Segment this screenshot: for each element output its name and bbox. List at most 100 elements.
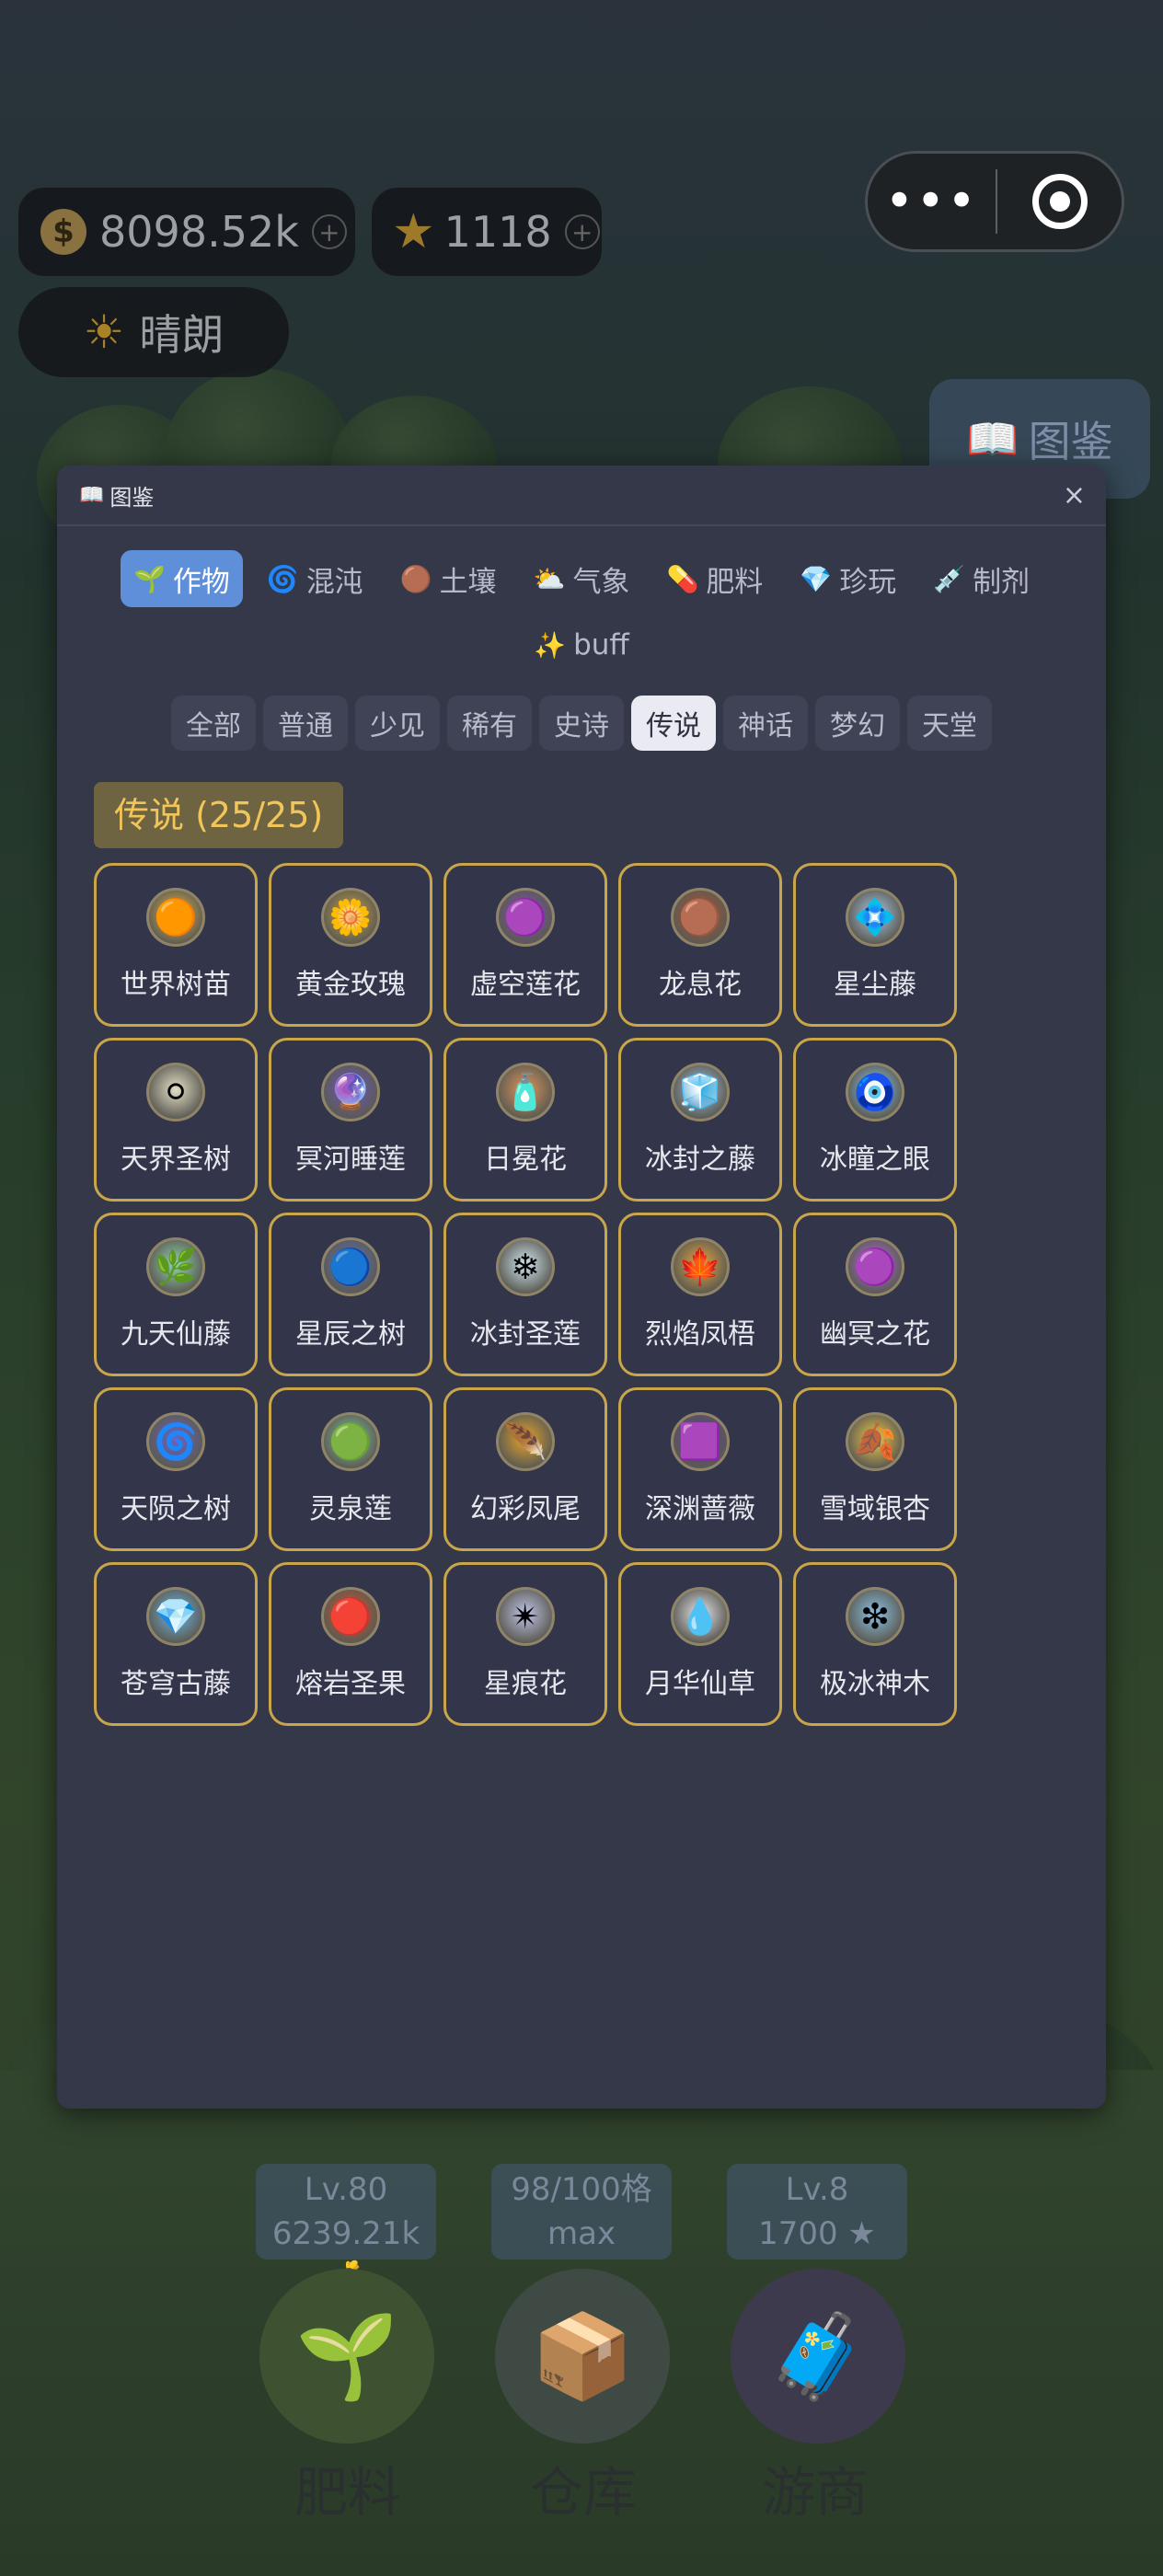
item-name: 冥河睡莲 bbox=[295, 1144, 406, 1176]
item-card[interactable]: 🌼 黄金玫瑰 bbox=[269, 863, 432, 1027]
weather-label: 晴朗 bbox=[139, 310, 225, 360]
tab-label: 肥料 bbox=[706, 565, 764, 599]
tab-rarity-2[interactable]: 少见 bbox=[355, 696, 440, 751]
level-stat[interactable]: Lv.80 6239.21k 💰 bbox=[256, 2164, 436, 2296]
item-card[interactable]: 🟪 深渊蔷薇 bbox=[618, 1387, 782, 1551]
item-card[interactable]: 🟢 灵泉莲 bbox=[269, 1387, 432, 1551]
rarity-tabs: 全部 普通 少见 稀有 史诗 传说 神话 梦幻 天堂 bbox=[57, 696, 1106, 751]
tab-rarity-5[interactable]: 传说 bbox=[631, 696, 716, 751]
item-card[interactable]: 🪶 幻彩凤尾 bbox=[443, 1387, 607, 1551]
warehouse-button[interactable]: 📦 bbox=[495, 2269, 670, 2444]
item-card[interactable]: ✴ 星痕花 bbox=[443, 1562, 607, 1726]
item-name: 苍穹古藤 bbox=[121, 1668, 231, 1700]
tab-rarity-4[interactable]: 史诗 bbox=[539, 696, 624, 751]
item-name: 冰封之藤 bbox=[645, 1144, 755, 1176]
mini-program-capsule: ••• bbox=[865, 151, 1124, 252]
item-card[interactable]: 🟤 龙息花 bbox=[618, 863, 782, 1027]
item-name: 天界圣树 bbox=[121, 1144, 231, 1176]
sparkles-icon: ✨ bbox=[534, 629, 567, 661]
tab-category-5[interactable]: 💎 珍玩 bbox=[787, 550, 909, 607]
category-tabs: 🌱 作物 🌀 混沌 🟤 土壤 ⛅ 气象 💊 肥料 💎 珍玩 💉 制剂 ✨ buff bbox=[57, 526, 1106, 673]
void-lotus-icon: 🟣 bbox=[496, 888, 555, 947]
tab-label: 土壤 bbox=[439, 565, 497, 599]
item-card[interactable]: 💧 月华仙草 bbox=[618, 1562, 782, 1726]
item-card[interactable]: ❄ 冰封圣莲 bbox=[443, 1213, 607, 1376]
tab-label: 作物 bbox=[172, 565, 230, 599]
stardust-vine-icon: 💠 bbox=[846, 888, 904, 947]
item-card[interactable]: 🧿 冰瞳之眼 bbox=[793, 1038, 957, 1202]
star-balance: ★ 1118 + bbox=[372, 188, 602, 276]
tab-category-7[interactable]: ✨ buff bbox=[521, 616, 642, 673]
syringe-icon: 💉 bbox=[933, 563, 966, 594]
gem-icon: 💎 bbox=[800, 563, 833, 594]
tab-rarity-0[interactable]: 全部 bbox=[171, 696, 256, 751]
corona-bottle-icon: 🧴 bbox=[496, 1063, 555, 1121]
tab-rarity-3[interactable]: 稀有 bbox=[447, 696, 532, 751]
target-icon bbox=[1031, 174, 1088, 229]
modal-title-text: 图鉴 bbox=[109, 484, 155, 511]
merchant-level-stat[interactable]: Lv.8 1700 ★ bbox=[727, 2164, 907, 2260]
tab-category-4[interactable]: 💊 肥料 bbox=[653, 550, 776, 607]
item-card[interactable]: 💠 星尘藤 bbox=[793, 863, 957, 1027]
merchant-button[interactable]: 🧳 bbox=[731, 2269, 905, 2444]
tab-rarity-6[interactable]: 神话 bbox=[723, 696, 808, 751]
swirl-icon: 🌀 bbox=[266, 563, 299, 594]
tab-rarity-7[interactable]: 梦幻 bbox=[815, 696, 900, 751]
close-button[interactable]: × bbox=[1063, 479, 1086, 512]
tab-category-3[interactable]: ⛅ 气象 bbox=[521, 550, 643, 607]
item-name: 灵泉莲 bbox=[309, 1493, 392, 1525]
item-card[interactable]: 🧴 日冕花 bbox=[443, 1038, 607, 1202]
tab-category-1[interactable]: 🌀 混沌 bbox=[254, 550, 376, 607]
add-coins-button[interactable]: + bbox=[311, 214, 347, 249]
item-card[interactable]: 🟣 幽冥之花 bbox=[793, 1213, 957, 1376]
item-card[interactable]: 🌀 天陨之树 bbox=[94, 1387, 258, 1551]
item-card[interactable]: 🔴 熔岩圣果 bbox=[269, 1562, 432, 1726]
slots-label: 98/100格 bbox=[511, 2171, 652, 2208]
level-label: Lv.80 bbox=[304, 2171, 388, 2208]
item-card[interactable]: 🔮 冥河睡莲 bbox=[269, 1038, 432, 1202]
item-name: 冰封圣莲 bbox=[470, 1318, 581, 1351]
sun-icon: ☀ bbox=[83, 305, 125, 359]
item-name: 龙息花 bbox=[659, 969, 742, 1001]
merchant-level-sub: 1700 ★ bbox=[758, 2215, 876, 2252]
item-card[interactable]: 🔵 星辰之树 bbox=[269, 1213, 432, 1376]
close-miniprogram-button[interactable] bbox=[997, 174, 1122, 229]
add-stars-button[interactable]: + bbox=[564, 214, 600, 249]
fertilizer-bag-icon: 🌱 bbox=[294, 2307, 399, 2405]
weather-indicator[interactable]: ☀ 晴朗 bbox=[18, 287, 289, 377]
item-card[interactable]: 🍂 雪域银杏 bbox=[793, 1387, 957, 1551]
golden-seed-icon: 🟠 bbox=[146, 888, 205, 947]
styx-lotus-icon: 🔮 bbox=[321, 1063, 380, 1121]
item-card[interactable]: ⚪ 天界圣树 bbox=[94, 1038, 258, 1202]
meteor-tree-icon: 🌀 bbox=[146, 1412, 205, 1471]
tab-category-0[interactable]: 🌱 作物 bbox=[120, 550, 243, 607]
item-card[interactable]: 🟣 虚空莲花 bbox=[443, 863, 607, 1027]
item-card[interactable]: ❇ 极冰神木 bbox=[793, 1562, 957, 1726]
tab-rarity-8[interactable]: 天堂 bbox=[907, 696, 992, 751]
tab-label: 珍玩 bbox=[839, 565, 897, 599]
suitcase-icon: 🧳 bbox=[766, 2307, 870, 2405]
tab-label: buff bbox=[573, 628, 629, 661]
slots-stat[interactable]: 98/100格 max bbox=[491, 2164, 672, 2260]
star-mark-icon: ✴ bbox=[496, 1587, 555, 1646]
more-menu-button[interactable]: ••• bbox=[868, 177, 996, 226]
item-card[interactable]: 🌿 九天仙藤 bbox=[94, 1213, 258, 1376]
item-card[interactable]: 🟠 世界树苗 bbox=[94, 863, 258, 1027]
item-card[interactable]: 🧊 冰封之藤 bbox=[618, 1038, 782, 1202]
item-name: 黄金玫瑰 bbox=[295, 969, 406, 1001]
modal-header: 📖 图鉴 × bbox=[57, 466, 1106, 526]
item-name: 星尘藤 bbox=[834, 969, 916, 1001]
fertilizer-button[interactable]: 🌱 bbox=[259, 2269, 434, 2444]
tab-category-6[interactable]: 💉 制剂 bbox=[920, 550, 1042, 607]
item-name: 幻彩凤尾 bbox=[470, 1493, 581, 1525]
item-name: 雪域银杏 bbox=[820, 1493, 930, 1525]
tab-category-2[interactable]: 🟤 土壤 bbox=[387, 550, 510, 607]
tab-rarity-1[interactable]: 普通 bbox=[263, 696, 348, 751]
warehouse-label: 仓库 bbox=[529, 2461, 637, 2524]
celestial-tree-icon: ⚪ bbox=[146, 1063, 205, 1121]
item-card[interactable]: 🍁 烈焰凤梧 bbox=[618, 1213, 782, 1376]
golden-rose-icon: 🌼 bbox=[321, 888, 380, 947]
weather-icon: ⛅ bbox=[533, 563, 566, 594]
item-card[interactable]: 💎 苍穹古藤 bbox=[94, 1562, 258, 1726]
nether-flower-icon: 🟣 bbox=[846, 1237, 904, 1296]
